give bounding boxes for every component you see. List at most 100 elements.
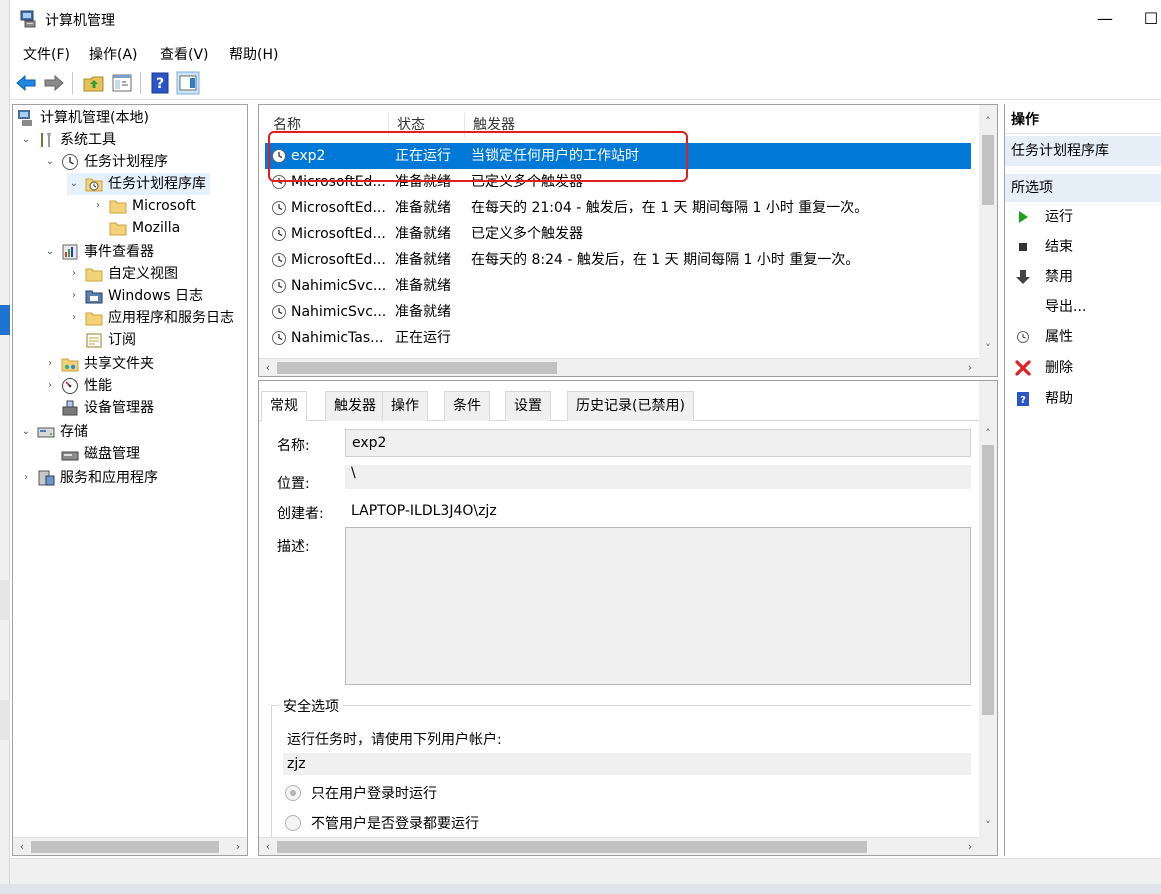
tree-item-computer-management[interactable]: 计算机管理(本地) <box>17 107 149 129</box>
scroll-right-icon[interactable]: › <box>229 838 247 855</box>
radio-run-whether-logged-on[interactable] <box>285 815 301 831</box>
chevron-right-icon[interactable]: › <box>43 375 57 397</box>
task-row[interactable]: MicrosoftEd... 准备就绪 已定义多个触发器 <box>265 221 971 247</box>
task-row[interactable]: MicrosoftEd... 准备就绪 在每天的 8:24 - 触发后，在 1 … <box>265 247 971 273</box>
tree-item-task-scheduler-library[interactable]: ⌄ 任务计划程序库 <box>67 173 210 195</box>
show-hide-action-pane-icon[interactable] <box>176 71 200 95</box>
maximize-button[interactable]: ☐ <box>1138 6 1161 32</box>
task-list-horizontal-scrollbar[interactable]: ‹ › <box>259 358 979 376</box>
tree-label: 事件查看器 <box>84 244 154 260</box>
task-status: 准备就绪 <box>395 252 451 268</box>
task-row[interactable]: NahimicSvc... 准备就绪 <box>265 299 971 325</box>
scroll-down-icon[interactable]: ˅ <box>979 817 997 835</box>
scroll-left-icon[interactable]: ‹ <box>259 359 277 376</box>
task-detail-pane: 常规 触发器 操作 条件 设置 历史记录(已禁用) 名称: exp2 位置: \… <box>258 380 998 856</box>
help-icon[interactable]: ? <box>148 71 172 95</box>
menu-file[interactable]: 文件(F) <box>23 44 70 64</box>
tree-label: Microsoft <box>132 198 196 214</box>
tree-label: Windows 日志 <box>108 288 203 304</box>
action-delete[interactable]: 删除 <box>1005 353 1161 383</box>
tree-item-microsoft[interactable]: › Microsoft <box>91 195 196 217</box>
scroll-down-icon[interactable]: ˅ <box>979 340 997 358</box>
task-list-vertical-scrollbar[interactable]: ˄ ˅ <box>979 105 997 376</box>
description-field[interactable] <box>345 527 971 685</box>
action-end[interactable]: 结束 <box>1005 232 1161 262</box>
tree-item-performance[interactable]: › 性能 <box>43 375 112 397</box>
tree-item-task-scheduler[interactable]: ⌄ 任务计划程序 <box>43 151 168 173</box>
scroll-thumb[interactable] <box>982 445 994 715</box>
tree-item-services-apps[interactable]: › 服务和应用程序 <box>19 467 158 489</box>
tab-general[interactable]: 常规 <box>261 391 307 422</box>
tree-item-disk-management[interactable]: 磁盘管理 <box>43 443 140 465</box>
menu-help[interactable]: 帮助(H) <box>229 44 278 64</box>
action-export[interactable]: 导出... <box>1005 292 1161 322</box>
task-row[interactable]: MicrosoftEd... 准备就绪 在每天的 21:04 - 触发后，在 1… <box>265 195 971 221</box>
action-help[interactable]: ? 帮助 <box>1005 384 1161 414</box>
tree-item-shared-folders[interactable]: › 共享文件夹 <box>43 353 154 375</box>
detail-vertical-scrollbar[interactable]: ˄ ˅ <box>979 381 997 855</box>
tab-actions[interactable]: 操作 <box>382 391 428 421</box>
actions-section-selected[interactable]: 所选项 <box>1005 174 1161 202</box>
back-arrow-icon[interactable] <box>14 71 38 95</box>
tree-horizontal-scrollbar[interactable]: ‹ › <box>13 837 247 855</box>
device-manager-icon <box>62 400 78 416</box>
tree-item-storage[interactable]: ⌄ 存储 <box>19 421 88 443</box>
scroll-up-icon[interactable]: ˄ <box>979 425 997 443</box>
scroll-right-icon[interactable]: › <box>961 359 979 376</box>
chevron-right-icon[interactable]: › <box>67 263 81 285</box>
tab-conditions[interactable]: 条件 <box>444 391 490 421</box>
action-label: 禁用 <box>1045 269 1073 285</box>
stop-icon <box>1019 243 1027 251</box>
forward-arrow-icon[interactable] <box>42 71 66 95</box>
detail-horizontal-scrollbar[interactable]: ‹ › <box>259 837 979 855</box>
radio-run-only-logged-on[interactable] <box>285 785 301 801</box>
svg-text:?: ? <box>1020 395 1026 406</box>
chevron-right-icon[interactable]: › <box>67 285 81 307</box>
tab-triggers[interactable]: 触发器 <box>325 391 385 421</box>
tree-label: 计算机管理(本地) <box>40 110 149 126</box>
tree-label: 设备管理器 <box>84 400 154 416</box>
tab-history[interactable]: 历史记录(已禁用) <box>567 391 694 421</box>
tree-item-device-manager[interactable]: 设备管理器 <box>43 397 154 419</box>
chevron-down-icon[interactable]: ⌄ <box>67 173 81 195</box>
description-label: 描述: <box>277 539 310 555</box>
chevron-right-icon[interactable]: › <box>19 467 33 489</box>
task-row[interactable]: NahimicTas... 正在运行 <box>265 325 971 351</box>
chevron-down-icon[interactable]: ⌄ <box>43 241 57 263</box>
tab-settings[interactable]: 设置 <box>505 391 551 421</box>
chevron-right-icon[interactable]: › <box>43 353 57 375</box>
name-field[interactable]: exp2 <box>345 429 971 457</box>
action-disable[interactable]: 禁用 <box>1005 262 1161 292</box>
tree-item-app-service-logs[interactable]: › 应用程序和服务日志 <box>67 307 234 329</box>
menu-view[interactable]: 查看(V) <box>160 44 209 64</box>
scroll-thumb[interactable] <box>31 841 219 853</box>
tree-item-subscriptions[interactable]: 订阅 <box>67 329 136 351</box>
chevron-right-icon[interactable]: › <box>91 195 105 217</box>
tree-item-mozilla[interactable]: Mozilla <box>91 217 180 239</box>
chevron-right-icon[interactable]: › <box>67 307 81 329</box>
scroll-left-icon[interactable]: ‹ <box>13 838 31 855</box>
delete-x-icon <box>1015 360 1031 376</box>
tree-item-windows-logs[interactable]: › Windows 日志 <box>67 285 203 307</box>
scroll-up-icon[interactable]: ˄ <box>979 113 997 131</box>
chevron-down-icon[interactable]: ⌄ <box>19 129 33 151</box>
show-hide-console-tree-icon[interactable] <box>110 71 134 95</box>
action-run[interactable]: 运行 <box>1005 202 1161 232</box>
scroll-right-icon[interactable]: › <box>961 838 979 855</box>
security-options-title: 安全选项 <box>279 696 343 716</box>
task-row[interactable]: NahimicSvc... 准备就绪 <box>265 273 971 299</box>
chevron-down-icon[interactable]: ⌄ <box>43 151 57 173</box>
minimize-button[interactable]: — <box>1090 6 1120 32</box>
chevron-down-icon[interactable]: ⌄ <box>19 421 33 443</box>
menu-action[interactable]: 操作(A) <box>89 44 138 64</box>
tree-item-custom-views[interactable]: › 自定义视图 <box>67 263 178 285</box>
scroll-left-icon[interactable]: ‹ <box>259 838 277 855</box>
scroll-thumb[interactable] <box>277 841 867 853</box>
tree-item-system-tools[interactable]: ⌄ 系统工具 <box>19 129 116 151</box>
actions-section-library[interactable]: 任务计划程序库 <box>1005 136 1161 166</box>
scroll-thumb[interactable] <box>277 362 557 374</box>
action-properties[interactable]: 属性 <box>1005 322 1161 352</box>
tree-item-event-viewer[interactable]: ⌄ 事件查看器 <box>43 241 154 263</box>
up-folder-icon[interactable] <box>82 71 106 95</box>
scroll-thumb[interactable] <box>982 135 994 205</box>
